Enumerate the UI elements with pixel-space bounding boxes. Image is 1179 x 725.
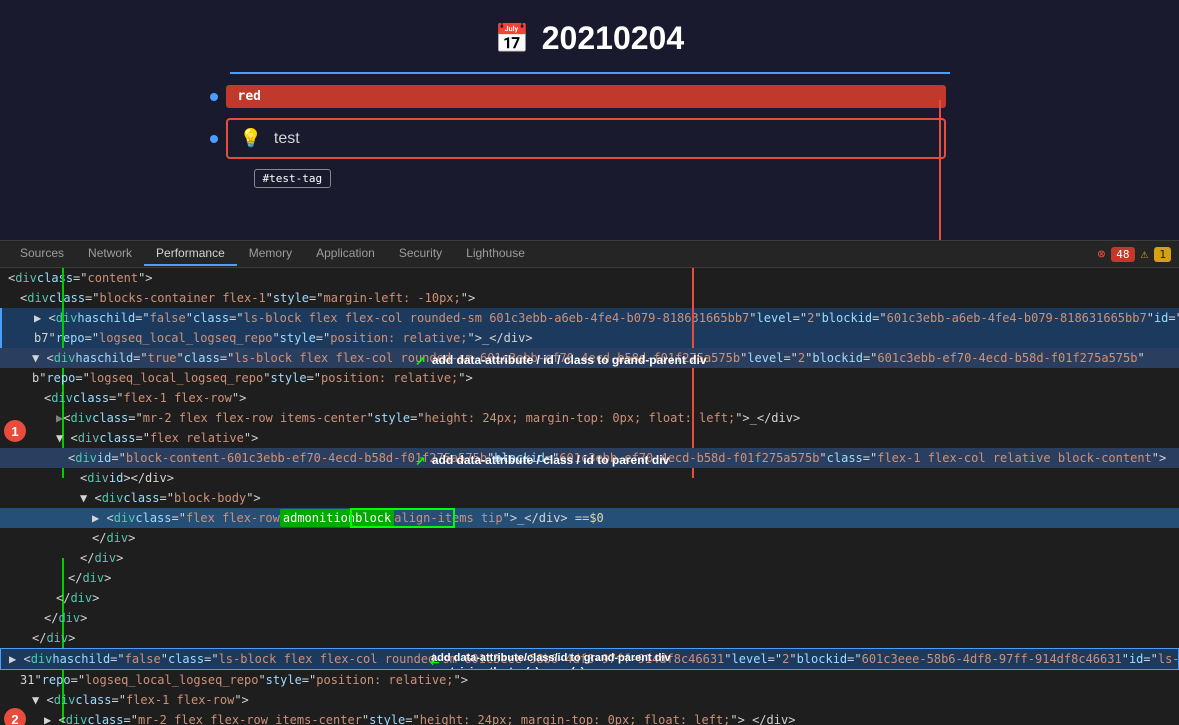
code-line-section2-1: ▶ <div haschild="false" class="ls-block …: [0, 648, 1179, 670]
annotation-text-3: add data-attribute/class/id to grand-par…: [431, 651, 671, 670]
error-badge: 48: [1111, 247, 1134, 262]
blue-dot-1: [210, 93, 218, 101]
code-line: <div id></div>: [0, 468, 1179, 488]
code-line: </div>: [0, 568, 1179, 588]
code-line-highlighted-2: b7" repo="logseq_local_logseq_repo" styl…: [0, 328, 1179, 348]
preview-area: 📅 20210204 red 💡 test #test-tag: [0, 0, 1179, 240]
annotation-text-1: add data-attribute / id / class to grand…: [432, 351, 707, 369]
code-line-highlighted-1: ▶ <div haschild="false" class="ls-block …: [0, 308, 1179, 328]
tab-security[interactable]: Security: [387, 242, 454, 266]
vertical-red-line: [939, 100, 941, 240]
circle-badge-1: 1: [4, 420, 26, 442]
code-line: ▼ <div class="flex-1 flex-row">: [0, 690, 1179, 710]
devtools-right: ⊗ 48 ⚠ 1: [1097, 247, 1171, 262]
hash-tag: #test-tag: [254, 169, 332, 188]
blue-dot-2: [210, 135, 218, 143]
tab-memory[interactable]: Memory: [237, 242, 304, 266]
tab-network[interactable]: Network: [76, 242, 144, 266]
code-line: <div class="blocks-container flex-1" sty…: [0, 288, 1179, 308]
annotation-arrow-1: ↗ add data-attribute / id / class to gra…: [415, 348, 707, 368]
annotation-text-2: add data-attribute / class / id to paren…: [432, 451, 669, 469]
code-line: ▼ <div class="block-body">: [0, 488, 1179, 508]
tab-lighthouse[interactable]: Lighthouse: [454, 242, 537, 266]
calendar-icon: 📅: [495, 22, 530, 55]
code-line: <div class="flex-1 flex-row">: [0, 388, 1179, 408]
annotation-arrow-2: ↗ add data-attribute / class / id to par…: [415, 448, 669, 468]
error-icon: ⊗: [1097, 247, 1105, 262]
spacer: [210, 175, 218, 183]
test-input-text: test: [274, 130, 300, 148]
code-line: </div>: [0, 528, 1179, 548]
bulb-icon: 💡: [240, 128, 262, 149]
red-tag-row: red: [210, 85, 970, 108]
code-line: ▼ <div class="flex relative">: [0, 428, 1179, 448]
code-line: </div>: [0, 548, 1179, 568]
red-tag-bar: red: [226, 85, 946, 108]
test-block: 💡 test: [226, 118, 946, 159]
tab-sources[interactable]: Sources: [8, 242, 76, 266]
circle-badge-2: 2: [4, 708, 26, 725]
warn-badge: 1: [1154, 247, 1171, 262]
tag-row: #test-tag: [210, 169, 970, 188]
tab-performance[interactable]: Performance: [144, 242, 237, 266]
code-line: ▶ <div class="mr-2 flex flex-row items-c…: [0, 710, 1179, 725]
code-line: <div class="content">: [0, 268, 1179, 288]
code-line: </div>: [0, 628, 1179, 648]
code-line-hl3: ▼ <div haschild="true" class="ls-block f…: [0, 348, 1179, 368]
page-title-row: 📅 20210204: [495, 20, 684, 57]
title-underline: [230, 72, 950, 74]
code-line: </div>: [0, 588, 1179, 608]
code-line: ▶ <div class="mr-2 flex flex-row items-c…: [0, 408, 1179, 428]
inspector-panel: <div class="content"> <div class="blocks…: [0, 268, 1179, 725]
admonitionblock-highlight: admonitionblock: [280, 509, 394, 527]
code-line: </div>: [0, 608, 1179, 628]
test-block-row: 💡 test: [210, 118, 970, 159]
devtools-toolbar: Sources Network Performance Memory Appli…: [0, 240, 1179, 268]
tab-application[interactable]: Application: [304, 242, 387, 266]
page-title: 20210204: [542, 20, 684, 57]
code-line-hl4: <div id="block-content-601c3ebb-ef70-4ec…: [0, 448, 1179, 468]
annotation-section-1: ▼ <div haschild="true" class="ls-block f…: [0, 348, 1179, 648]
section-2: ▶ <div haschild="false" class="ls-block …: [0, 648, 1179, 725]
warn-icon: ⚠: [1141, 247, 1149, 262]
code-line: 31" repo="logseq_local_logseq_repo" styl…: [0, 670, 1179, 690]
code-line-active: ▶ <div class="flex flex-row admonitionbl…: [0, 508, 1179, 528]
